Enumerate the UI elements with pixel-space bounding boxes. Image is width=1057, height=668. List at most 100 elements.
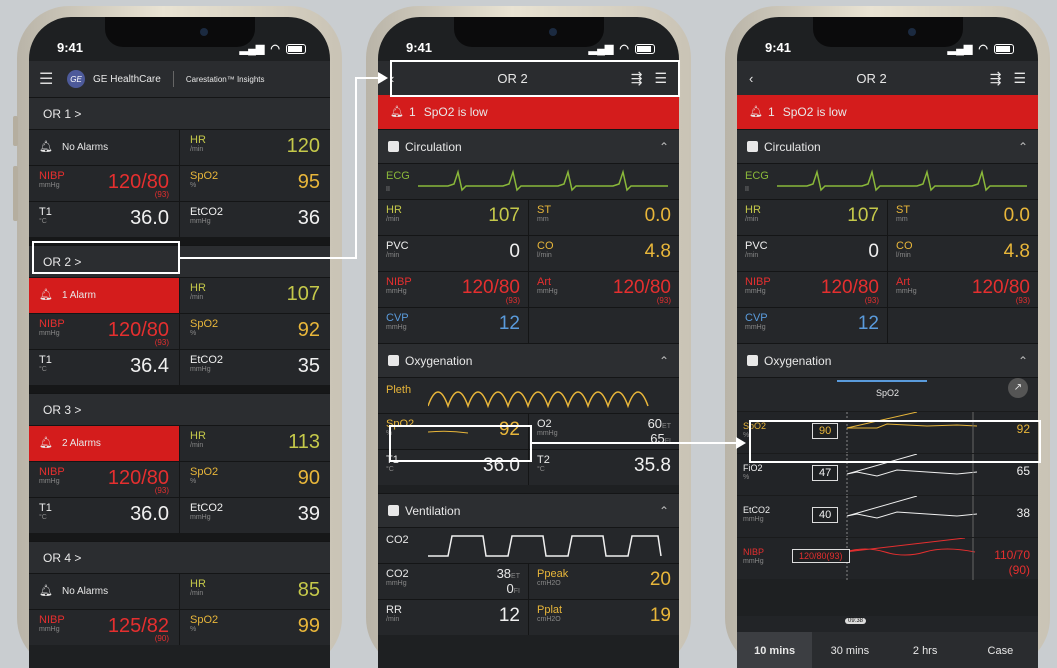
nibp-tile: NIBP mmHg 120/80 (93) (29, 166, 179, 201)
nibp-mean: (93) (154, 338, 169, 347)
chevron-up-icon[interactable]: ⌃ (659, 354, 669, 368)
room-header[interactable]: OR 2 > (29, 245, 330, 277)
alarm-status[interactable]: 🔔︎ 1 Alarm (29, 278, 179, 313)
tab-case[interactable]: Case (963, 632, 1038, 668)
room-list: OR 1 > 🔔︎ No Alarms HR /min 120 NIBP mmH… (29, 97, 330, 645)
etco2-value: 35 (297, 355, 320, 377)
alarm-status[interactable]: 🔔︎ 2 Alarms (29, 426, 179, 461)
co2-unit: mmHg (386, 580, 407, 587)
bell-icon: 🔔︎ (39, 289, 53, 301)
trend-current-value: 120/80(93) (792, 549, 850, 563)
trend-current-value: 47 (812, 465, 839, 481)
circulation-icon (747, 141, 758, 152)
co2-wave-label: CO2 (386, 534, 409, 546)
chevron-up-icon[interactable]: ⌃ (1018, 140, 1028, 154)
alarm-status[interactable]: 🔔︎ No Alarms (29, 574, 179, 609)
pplat-tile: Pplat cmH2O 19 (528, 600, 679, 635)
alarm-text: No Alarms (62, 586, 109, 597)
alarm-text: 1 Alarm (62, 290, 96, 301)
alert-banner[interactable]: 🔔︎ 1 SpO2 is low (737, 95, 1038, 129)
trend-label: NIBP (743, 547, 765, 557)
chevron-up-icon[interactable]: ⌃ (659, 504, 669, 518)
tab-30-mins[interactable]: 30 mins (812, 632, 887, 668)
trend-row[interactable]: NIBP mmHg 120/80(93) 110/70 (90) (737, 537, 1038, 580)
co-tile: CO l/min 4.8 (887, 236, 1038, 271)
tab-10-mins[interactable]: 10 mins (737, 632, 813, 668)
nibp-mean: (93) (154, 486, 169, 495)
spo2-value: 99 (297, 615, 320, 637)
room-row: T1 °C 36.4 EtCO2 mmHg 35 (29, 349, 330, 385)
circulation-icon (388, 141, 399, 152)
co-value: 4.8 (644, 241, 671, 262)
time-range-tabs: 10 mins 30 mins 2 hrs Case (737, 632, 1038, 668)
wifi-icon: ◠ (978, 43, 988, 55)
side-button (13, 116, 18, 146)
alert-text: SpO2 is low (423, 105, 488, 119)
nibp-tile: NIBP mmHg 120/80 (93) (29, 462, 179, 497)
ecg-trace (777, 169, 1027, 192)
co2-fi: 0FI (506, 581, 520, 596)
status-time: 9:41 (765, 40, 792, 55)
time-marker[interactable]: 09:38 (845, 618, 867, 624)
trend-row[interactable]: EtCO2 mmHg 40 38 (737, 495, 1038, 538)
bell-icon: 🔔︎ (39, 585, 53, 597)
tab-2-hrs[interactable]: 2 hrs (888, 632, 963, 668)
battery-icon (994, 43, 1014, 54)
trend-row[interactable]: FiO2 % 47 65 (737, 453, 1038, 496)
status-time: 9:41 (406, 40, 433, 55)
phone-trend-detail: 9:41 ▂▄▆ ◠ ‹ OR 2 ⇶ ☰ 🔔︎ 1 SpO2 is low Cir… (725, 6, 1050, 668)
pvc-value: 0 (509, 241, 520, 262)
oxygenation-section[interactable]: Oxygenation ⌃ (737, 343, 1038, 377)
room-row: 🔔︎ 2 Alarms HR /min 113 (29, 425, 330, 461)
trend-current-value: 90 (812, 423, 839, 439)
room-header[interactable]: OR 3 > (29, 393, 330, 425)
cvp-tile: CVP mmHg 12 (737, 308, 887, 343)
section-title: Ventilation (405, 503, 461, 518)
settings-sliders-icon[interactable]: ⇶ (990, 70, 1002, 87)
room-title: OR 2 (856, 70, 887, 86)
trend-tab-spo2[interactable]: SpO2 (737, 388, 1038, 398)
ecg-trace (418, 169, 668, 192)
circulation-section[interactable]: Circulation ⌃ (378, 129, 679, 163)
trend-current-value: 40 (812, 507, 839, 523)
chevron-up-icon[interactable]: ⌃ (659, 140, 669, 154)
battery-icon (286, 43, 306, 54)
st-tile: ST mm 0.0 (528, 200, 679, 235)
alarm-status[interactable]: 🔔︎ No Alarms (29, 130, 179, 165)
spo2-tile: SpO2 % 95 (179, 166, 330, 201)
nibp-tile: NIBP mmHg 125/82 (90) (29, 610, 179, 645)
menu-icon[interactable]: ☰ (39, 69, 59, 89)
spo2-tile: SpO2 % 99 (179, 610, 330, 645)
alert-banner[interactable]: 🔔︎ 1 SpO2 is low (378, 95, 679, 129)
chevron-up-icon[interactable]: ⌃ (1018, 354, 1028, 368)
settings-sliders-icon[interactable]: ⇶ (631, 70, 643, 87)
ecg-waveform: ECG II (737, 163, 1038, 199)
circulation-params: HR /min 107 ST mm 0.0 PVC /min 0 CO l/mi… (378, 199, 679, 343)
trend-row[interactable]: SpO2 % 90 92 (737, 411, 1038, 454)
t1-value: 36.0 (130, 503, 169, 525)
wifi-icon: ◠ (619, 43, 629, 55)
spo2-value: 90 (297, 467, 320, 489)
alert-count: 1 (409, 105, 416, 119)
wifi-icon: ◠ (270, 43, 280, 55)
trend-expand-icon[interactable]: ↗ (1008, 378, 1028, 398)
room-header[interactable]: OR 1 > (29, 97, 330, 129)
spo2-tile[interactable]: SpO2 % 92 (378, 414, 528, 449)
circulation-section[interactable]: Circulation ⌃ (737, 129, 1038, 163)
menu-icon[interactable]: ☰ (1013, 70, 1026, 87)
ventilation-section[interactable]: Ventilation ⌃ (378, 493, 679, 527)
oxy-row-1: SpO2 % 92 O2 mmHg 60ET 65FI (378, 413, 679, 449)
menu-icon[interactable]: ☰ (654, 70, 667, 87)
room-row: T1 °C 36.0 EtCO2 mmHg 39 (29, 497, 330, 533)
hr-value: 107 (847, 205, 879, 226)
co-tile: CO l/min 4.8 (528, 236, 679, 271)
room-header[interactable]: OR 4 > (29, 541, 330, 573)
app-header: ☰ GE GE HealthCare Carestation™ Insights (29, 61, 330, 97)
pleth-label: Pleth (386, 384, 412, 396)
time-axis: 09:38 (737, 616, 1038, 632)
oxygenation-section[interactable]: Oxygenation ⌃ (378, 343, 679, 377)
trend-screen: 9:41 ▂▄▆ ◠ ‹ OR 2 ⇶ ☰ 🔔︎ 1 SpO2 is low Cir… (737, 17, 1038, 668)
pvc-label: PVC (745, 240, 768, 252)
nibp-tile: NIBP mmHg 120/80 (93) (29, 314, 179, 349)
empty-tile (528, 308, 679, 343)
